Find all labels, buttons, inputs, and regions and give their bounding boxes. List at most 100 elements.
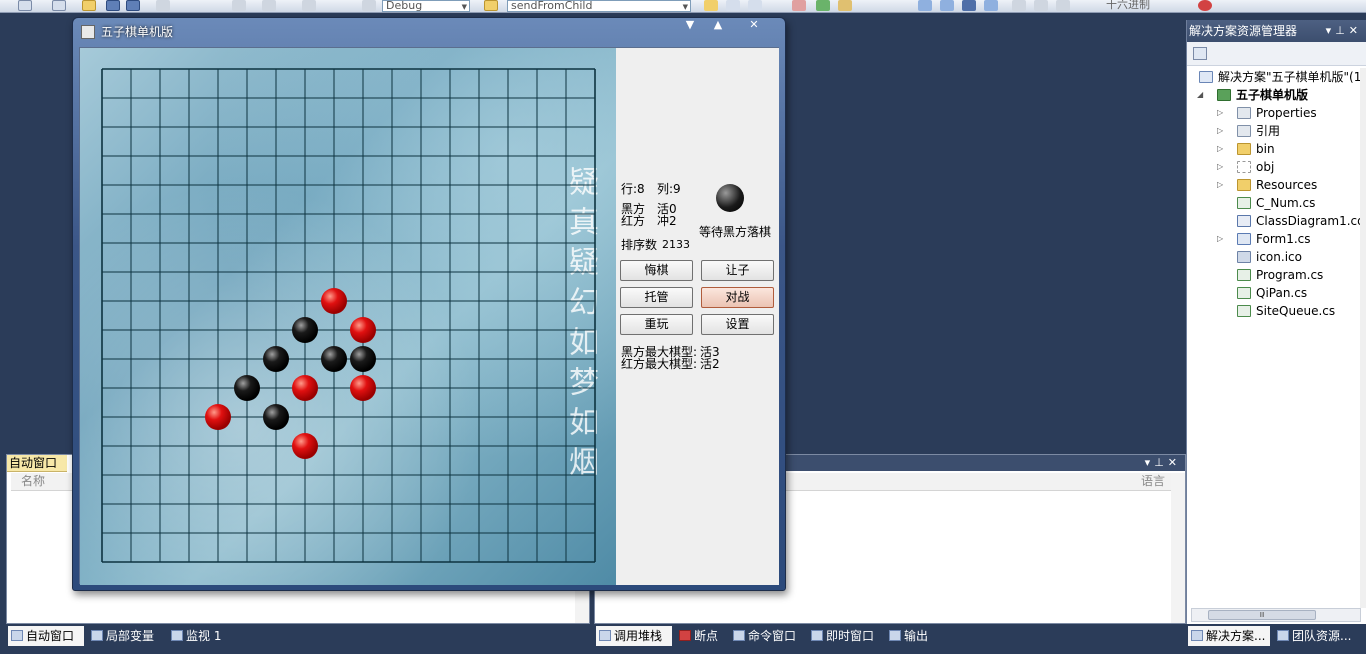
tree-item[interactable]: ▷ obj: [1217, 158, 1275, 176]
solution-config-select[interactable]: Debug ▼: [382, 0, 470, 12]
solution-explorer: 解决方案资源管理器 ▾⊥✕ 解决方案"五子棋单机版"(1 ◢ 五子棋单机版 ▷ Prop…: [1186, 20, 1366, 624]
close-icon[interactable]: ✕: [741, 18, 767, 32]
cut-icon[interactable]: [156, 0, 170, 11]
hex-toggle[interactable]: 十六进制: [1106, 0, 1150, 10]
redo-icon[interactable]: [262, 0, 276, 11]
tree-item-label: 解决方案"五子棋单机版"(1: [1218, 70, 1362, 84]
tree-item[interactable]: QiPan.cs: [1237, 284, 1307, 302]
tab-output[interactable]: 输出: [886, 626, 928, 646]
expand-arrow-icon[interactable]: ▷: [1217, 230, 1223, 248]
settings-button[interactable]: 设置: [701, 314, 774, 335]
solution-explorer-icon[interactable]: [726, 0, 740, 11]
find-combo[interactable]: sendFromChild ▼: [507, 0, 691, 12]
callstack-vscroll[interactable]: [1171, 473, 1185, 623]
hscroll-thumb[interactable]: Ⅲ: [1208, 610, 1316, 620]
save-icon[interactable]: [106, 0, 120, 11]
undo-button[interactable]: 悔棋: [620, 260, 693, 281]
tab-solution-explorer[interactable]: 解决方案...: [1188, 626, 1270, 646]
tab-command-window[interactable]: 命令窗口: [730, 626, 796, 646]
dropdown-icon[interactable]: ▾: [1326, 24, 1336, 37]
red-stone: [205, 404, 231, 430]
delete-icon[interactable]: [792, 0, 806, 11]
maximize-icon[interactable]: ▲: [705, 18, 731, 32]
column-name-header[interactable]: 名称: [21, 474, 45, 488]
tree-item[interactable]: 解决方案"五子棋单机版"(1: [1199, 68, 1361, 86]
gomoku-titlebar[interactable]: 五子棋单机版 ▼ ▲ ✕: [73, 18, 785, 46]
tree-item[interactable]: C_Num.cs: [1237, 194, 1315, 212]
toolbox-icon[interactable]: [838, 0, 852, 11]
properties-icon[interactable]: [748, 0, 762, 11]
tab-locals[interactable]: 局部变量: [88, 626, 154, 646]
folder-empty-icon: [1237, 161, 1251, 173]
open-icon[interactable]: [82, 0, 96, 11]
references-icon: [1237, 125, 1251, 137]
step-over-icon[interactable]: [1034, 0, 1048, 11]
close-icon[interactable]: ✕: [1349, 24, 1362, 37]
cs-file-icon: [1237, 269, 1251, 281]
tree-item[interactable]: ▷ Properties: [1217, 104, 1317, 122]
tree-item[interactable]: ▷ 引用: [1217, 122, 1280, 140]
gomoku-board[interactable]: 疑真疑幻如梦如烟: [80, 48, 616, 585]
auto-play-button[interactable]: 托管: [620, 287, 693, 308]
show-all-files-icon[interactable]: [1193, 47, 1207, 60]
pin-icon[interactable]: ⊥: [1335, 24, 1349, 37]
pin-icon[interactable]: ⊥: [1154, 456, 1168, 469]
continue-icon[interactable]: [918, 0, 932, 11]
tab-immediate-window[interactable]: 即时窗口: [808, 626, 874, 646]
tree-item[interactable]: ◢ 五子棋单机版: [1197, 86, 1308, 104]
output-icon: [889, 630, 901, 641]
find-icon[interactable]: [484, 0, 498, 11]
tree-item-label: obj: [1256, 160, 1275, 174]
give-stone-button[interactable]: 让子: [701, 260, 774, 281]
tree-item[interactable]: ClassDiagram1.cd: [1237, 212, 1365, 230]
new-project-icon[interactable]: [18, 0, 32, 11]
cs-file-icon: [1237, 305, 1251, 317]
dropdown-icon[interactable]: ▾: [1145, 456, 1155, 469]
collapse-arrow-icon[interactable]: ◢: [1197, 86, 1203, 104]
navigate-back-icon[interactable]: [302, 0, 316, 11]
tree-item[interactable]: ▷ Form1.cs: [1217, 230, 1311, 248]
undo-icon[interactable]: [232, 0, 246, 11]
tree-item[interactable]: SiteQueue.cs: [1237, 302, 1335, 320]
pause-icon[interactable]: [940, 0, 954, 11]
replay-button[interactable]: 重玩: [620, 314, 693, 335]
bottom-tab-bar: 自动窗口 局部变量 监视 1 调用堆栈 断点 命令窗口 即时窗口 输出 解决方案…: [0, 624, 1366, 654]
expand-arrow-icon[interactable]: ▷: [1217, 122, 1223, 140]
stop-icon[interactable]: [962, 0, 976, 11]
find-in-files-icon[interactable]: [704, 0, 718, 11]
restart-icon[interactable]: [984, 0, 998, 11]
step-out-icon[interactable]: [1056, 0, 1070, 11]
export-icon[interactable]: [816, 0, 830, 11]
breakpoint-icon[interactable]: [1198, 0, 1212, 11]
gomoku-window: 五子棋单机版 ▼ ▲ ✕ 疑真疑幻如梦如烟 行:8 列:9 黑方 活0 红方 冲…: [72, 17, 786, 591]
tree-item[interactable]: icon.ico: [1237, 248, 1302, 266]
col-label: 列:9: [657, 182, 681, 196]
expand-arrow-icon[interactable]: ▷: [1217, 104, 1223, 122]
tree-item[interactable]: Program.cs: [1237, 266, 1323, 284]
tab-auto-window[interactable]: 自动窗口: [8, 626, 84, 646]
turn-status: 等待黑方落棋: [699, 225, 772, 239]
versus-button[interactable]: 对战: [701, 287, 774, 308]
minimize-icon[interactable]: ▼: [677, 18, 703, 32]
start-debug-icon[interactable]: [362, 0, 376, 11]
tab-watch[interactable]: 监视 1: [168, 626, 221, 646]
tab-breakpoints[interactable]: 断点: [676, 626, 718, 646]
expand-arrow-icon[interactable]: ▷: [1217, 140, 1223, 158]
expand-arrow-icon[interactable]: ▷: [1217, 176, 1223, 194]
column-language-header[interactable]: 语言: [1141, 473, 1165, 490]
board-grid[interactable]: [80, 48, 616, 585]
cs-file-icon: [1237, 197, 1251, 209]
tree-item[interactable]: ▷ bin: [1217, 140, 1275, 158]
solution-explorer-hscroll[interactable]: Ⅲ: [1191, 608, 1361, 622]
add-item-icon[interactable]: [52, 0, 66, 11]
step-into-icon[interactable]: [1012, 0, 1026, 11]
save-all-icon[interactable]: [126, 0, 140, 11]
close-icon[interactable]: ✕: [1168, 456, 1181, 469]
solution-explorer-vscroll[interactable]: [1360, 68, 1366, 608]
tab-team-explorer[interactable]: 团队资源...: [1274, 626, 1351, 646]
sort-count-label: 排序数: [621, 238, 658, 252]
tab-call-stack[interactable]: 调用堆栈: [596, 626, 672, 646]
tree-item-label: Resources: [1256, 178, 1318, 192]
expand-arrow-icon[interactable]: ▷: [1217, 158, 1223, 176]
tree-item[interactable]: ▷ Resources: [1217, 176, 1318, 194]
